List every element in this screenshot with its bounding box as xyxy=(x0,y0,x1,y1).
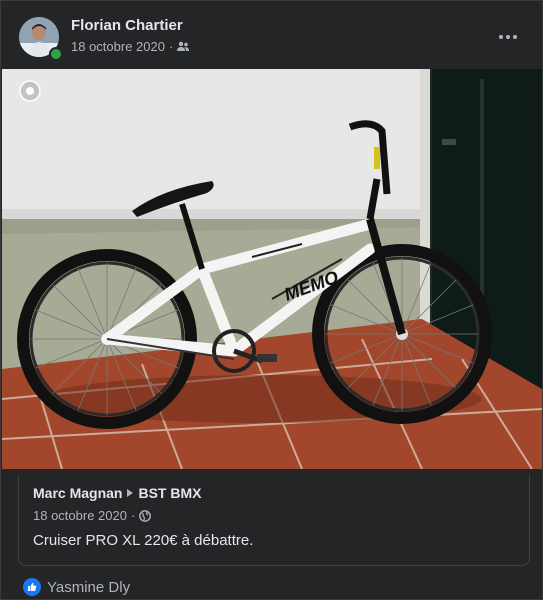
meta-separator: · xyxy=(168,39,174,54)
shared-post-author[interactable]: Marc Magnan xyxy=(33,485,122,501)
post-meta: 18 octobre 2020 · xyxy=(71,39,190,54)
shared-post-title: Marc Magnan BST BMX xyxy=(33,485,201,501)
meta-separator: · xyxy=(130,508,136,523)
reactions-bar[interactable]: Yasmine Dly xyxy=(23,578,130,596)
shared-post-text: Cruiser PRO XL 220€ à débattre. xyxy=(33,532,254,549)
caret-right-icon xyxy=(127,489,134,497)
shared-post-date[interactable]: 18 octobre 2020 xyxy=(33,508,127,523)
post-author[interactable]: Florian Chartier xyxy=(71,17,183,34)
globe-icon xyxy=(139,509,152,522)
post-card: Florian Chartier 18 octobre 2020 · MEMO … xyxy=(0,0,543,600)
shared-post-meta: 18 octobre 2020 · xyxy=(33,508,152,523)
online-status-dot xyxy=(49,47,63,61)
post-date[interactable]: 18 octobre 2020 xyxy=(71,39,165,54)
photo-tag-icon[interactable] xyxy=(18,79,42,103)
reaction-names[interactable]: Yasmine Dly xyxy=(47,579,130,596)
post-header: Florian Chartier 18 octobre 2020 · xyxy=(17,15,526,61)
post-photo[interactable]: MEMO xyxy=(2,69,542,469)
shared-post[interactable]: Marc Magnan BST BMX 18 octobre 2020 · Cr… xyxy=(18,475,530,566)
bike-photo: MEMO xyxy=(2,69,542,469)
like-icon xyxy=(23,578,41,596)
more-options-button[interactable] xyxy=(490,23,526,51)
shared-post-group[interactable]: BST BMX xyxy=(138,485,201,501)
group-icon xyxy=(177,41,190,51)
